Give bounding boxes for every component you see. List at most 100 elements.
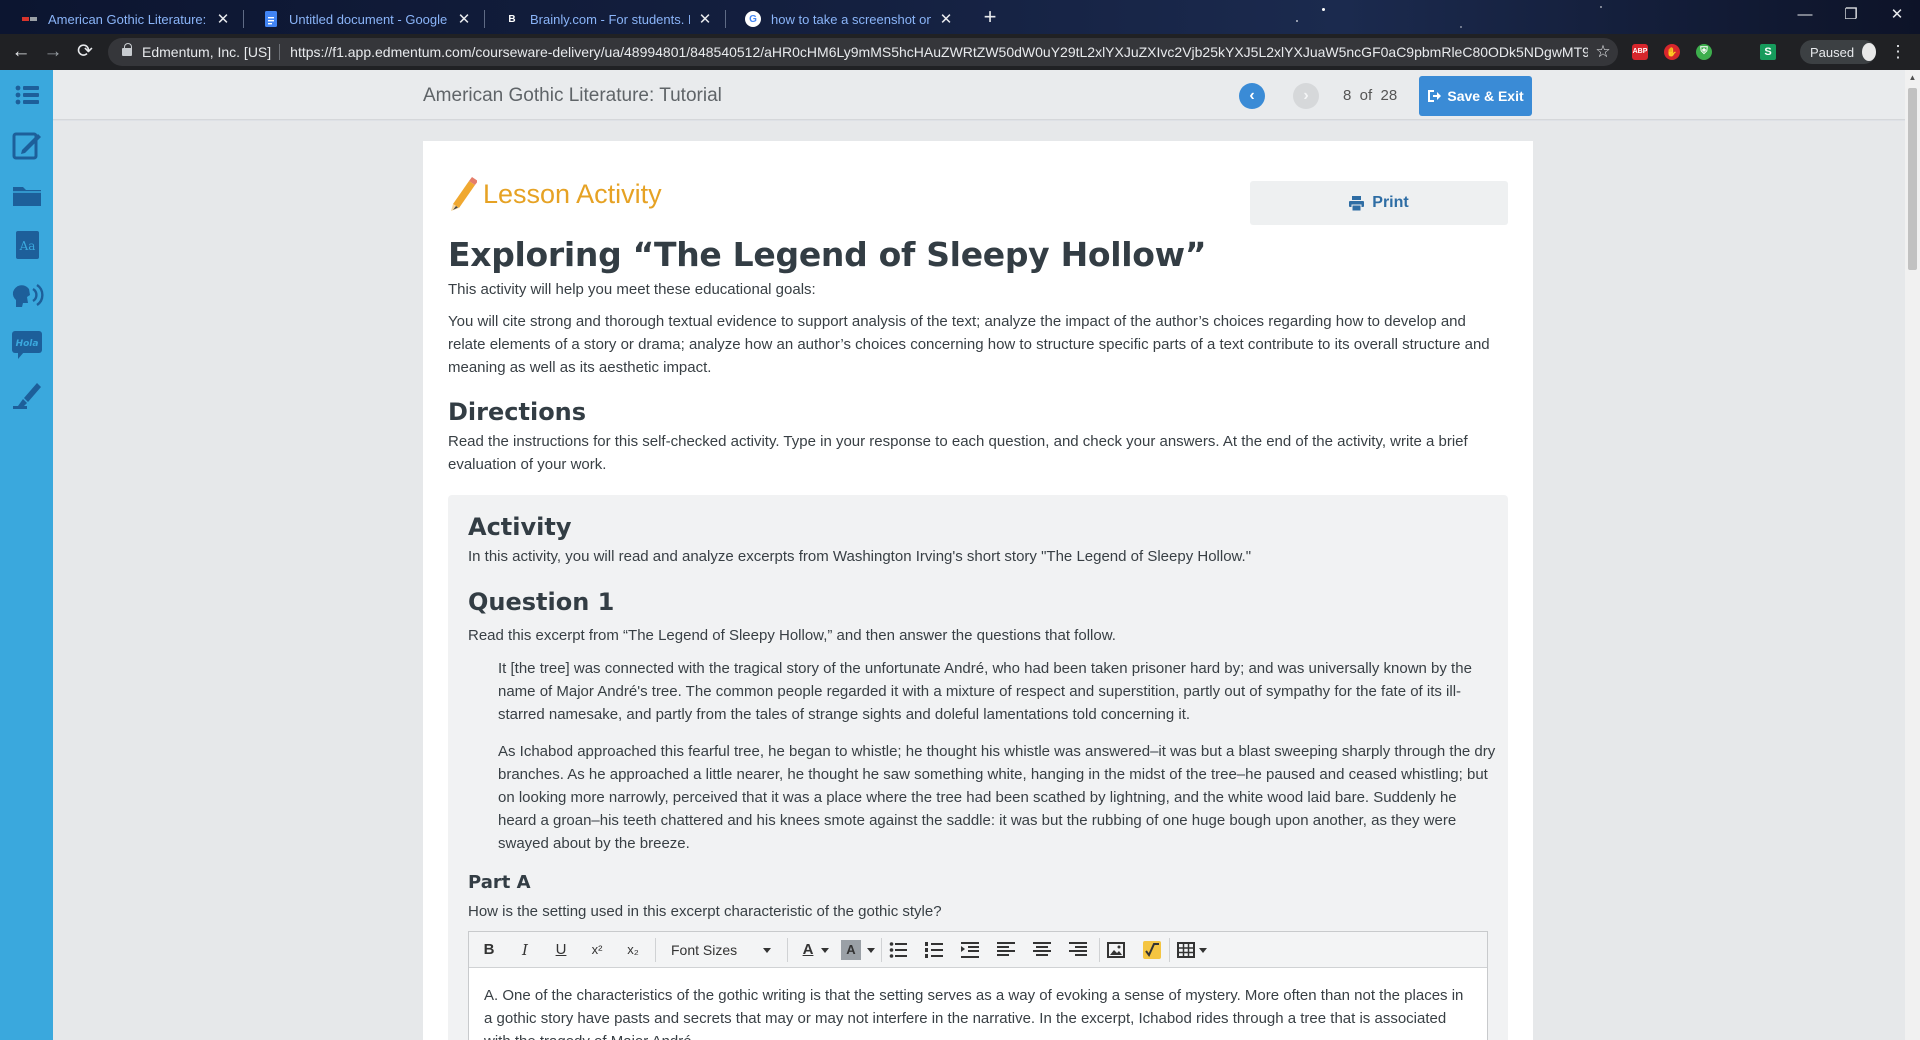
maximize-button[interactable]: ❐: [1828, 0, 1874, 30]
minimize-button[interactable]: —: [1782, 0, 1828, 30]
list-icon[interactable]: [0, 72, 53, 118]
previous-page-button[interactable]: ‹: [1239, 83, 1265, 109]
new-tab-button[interactable]: +: [976, 4, 1004, 30]
math-equation-icon[interactable]: [1143, 941, 1161, 959]
activity-section: Activity In this activity, you will read…: [448, 495, 1508, 1040]
bookmark-star-icon[interactable]: ☆: [1588, 42, 1618, 62]
reload-button[interactable]: ⟳: [72, 39, 98, 65]
tab-close-icon[interactable]: ✕: [696, 10, 714, 28]
print-button[interactable]: Print: [1250, 181, 1508, 225]
toolbar-divider: [787, 938, 788, 962]
url-text[interactable]: https://f1.app.edmentum.com/courseware-d…: [290, 44, 1588, 60]
chevron-down-icon[interactable]: [821, 948, 829, 953]
question-intro: Read this excerpt from “The Legend of Sl…: [468, 627, 1116, 644]
tab-close-icon[interactable]: ✕: [214, 10, 232, 28]
browser-tab-edmentum[interactable]: American Gothic Literature: Tuto ✕: [2, 4, 242, 34]
underline-button[interactable]: U: [546, 937, 576, 963]
tab-title: Untitled document - Google Doc: [289, 11, 449, 27]
exit-icon: [1428, 90, 1442, 102]
star-decoration: [1600, 6, 1602, 8]
lesson-content: Lesson Activity Print Exploring “The Leg…: [423, 141, 1533, 1040]
adblock-plus-icon[interactable]: ABP: [1632, 44, 1648, 60]
lesson-header: American Gothic Literature: Tutorial ‹ ›…: [53, 70, 1905, 120]
next-page-button[interactable]: ›: [1293, 83, 1319, 109]
tab-title: Brainly.com - For students. By st: [530, 11, 690, 27]
indent-icon[interactable]: [961, 941, 979, 959]
answer-editor: B I U x² x₂ Font Sizes A A A. One of the…: [468, 931, 1488, 1040]
print-label: Print: [1372, 194, 1409, 211]
tab-close-icon[interactable]: ✕: [455, 10, 473, 28]
superscript-button[interactable]: x²: [582, 937, 612, 963]
toolbar-divider: [1169, 938, 1170, 962]
notepad-edit-icon[interactable]: [0, 122, 53, 168]
answer-text[interactable]: A. One of the characteristics of the got…: [484, 984, 1474, 1040]
forward-button[interactable]: →: [40, 39, 66, 65]
pencil-icon: [451, 177, 477, 211]
part-a-question: How is the setting used in this excerpt …: [468, 903, 942, 920]
tab-title: American Gothic Literature: Tuto: [48, 11, 208, 27]
numbered-list-icon[interactable]: [925, 941, 943, 959]
scroll-up-arrow-icon[interactable]: ▲: [1905, 70, 1920, 85]
insert-table-icon[interactable]: [1177, 941, 1195, 959]
dictionary-icon[interactable]: Aa: [0, 222, 53, 268]
google-docs-favicon-icon: [263, 11, 279, 27]
browser-toolbar: ← → ⟳ Edmentum, Inc. [US] https://f1.app…: [0, 34, 1920, 70]
browser-tab-google-docs[interactable]: Untitled document - Google Doc ✕: [243, 4, 483, 34]
star-decoration: [1296, 20, 1298, 22]
brainly-favicon-icon: B: [508, 13, 516, 25]
activity-heading: Activity: [468, 513, 572, 541]
excerpt-paragraph: It [the tree] was connected with the tra…: [498, 660, 1472, 723]
profile-button[interactable]: Paused: [1800, 40, 1876, 64]
font-sizes-dropdown[interactable]: Font Sizes: [661, 937, 781, 963]
align-left-icon[interactable]: [997, 941, 1015, 959]
lock-icon: [122, 43, 132, 56]
excerpt-paragraph: As Ichabod approached this fearful tree,…: [498, 743, 1496, 852]
browser-tab-google-search[interactable]: G how to take a screenshot on win ✕: [725, 4, 965, 34]
scroll-thumb[interactable]: [1908, 88, 1917, 270]
svg-text:Aa: Aa: [18, 239, 35, 253]
star-decoration: [1322, 8, 1325, 11]
translation-hola-icon[interactable]: Hola: [0, 322, 53, 368]
directions-heading: Directions: [448, 398, 587, 426]
chevron-down-icon[interactable]: [1199, 948, 1207, 953]
text-to-speech-icon[interactable]: [0, 272, 53, 318]
chevron-down-icon[interactable]: [867, 948, 875, 953]
page-scrollbar[interactable]: ▲: [1905, 70, 1920, 1040]
bold-button[interactable]: B: [474, 937, 504, 963]
background-color-button[interactable]: A: [841, 940, 861, 960]
part-a-heading: Part A: [468, 872, 531, 893]
close-window-button[interactable]: ✕: [1874, 0, 1920, 30]
directions-text: Read the instructions for this self-chec…: [448, 433, 1468, 473]
site-identity[interactable]: Edmentum, Inc. [US]: [142, 44, 271, 60]
tools-sidebar: Aa Hola: [0, 70, 53, 1040]
google-favicon-icon: G: [745, 11, 761, 27]
browser-menu-icon[interactable]: ⋮: [1886, 39, 1910, 65]
question-heading: Question 1: [468, 588, 615, 616]
edmentum-favicon-icon: [22, 11, 38, 27]
folder-icon[interactable]: [0, 172, 53, 218]
save-exit-label: Save & Exit: [1447, 88, 1524, 104]
align-center-icon[interactable]: [1033, 941, 1051, 959]
address-bar[interactable]: Edmentum, Inc. [US] https://f1.app.edmen…: [108, 38, 1618, 66]
italic-button[interactable]: I: [510, 937, 540, 963]
activity-text: In this activity, you will read and anal…: [468, 548, 1252, 565]
browser-tab-brainly[interactable]: B Brainly.com - For students. By st ✕: [484, 4, 724, 34]
printer-icon: [1349, 195, 1365, 211]
insert-image-icon[interactable]: [1107, 941, 1125, 959]
avatar: [1862, 43, 1876, 61]
toolbar-divider: [655, 938, 656, 962]
tab-close-icon[interactable]: ✕: [937, 10, 955, 28]
highlighter-icon[interactable]: [0, 372, 53, 418]
bulleted-list-icon[interactable]: [889, 941, 907, 959]
back-button[interactable]: ←: [8, 39, 34, 65]
s-extension-icon[interactable]: S: [1760, 44, 1776, 60]
align-right-icon[interactable]: [1069, 941, 1087, 959]
font-color-button[interactable]: A: [793, 937, 823, 963]
shield-extension-icon[interactable]: ⛨: [1696, 44, 1712, 60]
page-counter: 8 of 28: [1343, 87, 1398, 104]
save-exit-button[interactable]: Save & Exit: [1419, 76, 1532, 116]
editor-toolbar: B I U x² x₂ Font Sizes A A: [469, 932, 1487, 968]
stop-hand-icon[interactable]: ✋: [1664, 44, 1680, 60]
subscript-button[interactable]: x₂: [618, 937, 648, 963]
course-title: American Gothic Literature: Tutorial: [423, 85, 722, 106]
